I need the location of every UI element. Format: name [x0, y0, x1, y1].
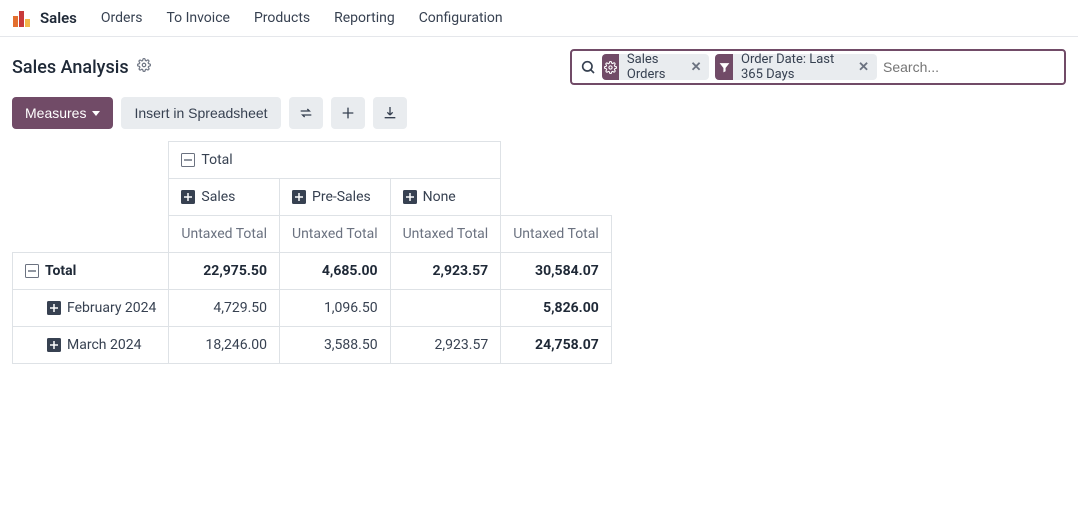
- app-brand[interactable]: Sales: [12, 8, 77, 28]
- facet-label: Sales Orders: [619, 52, 683, 82]
- row-header-feb[interactable]: February 2024: [13, 290, 169, 327]
- empty-cell: [13, 179, 169, 216]
- search-input[interactable]: [883, 51, 1064, 83]
- measure-header[interactable]: Untaxed Total: [390, 216, 501, 253]
- facet-order-date: Order Date: Last 365 Days ✕: [715, 54, 877, 80]
- cell-value: [390, 290, 501, 327]
- download-button[interactable]: [373, 97, 407, 129]
- cell-value: 2,923.57: [390, 327, 501, 364]
- plus-square-icon: [47, 338, 61, 352]
- nav-reporting[interactable]: Reporting: [334, 10, 395, 26]
- cell-value: 4,729.50: [169, 290, 280, 327]
- chevron-down-icon: [92, 111, 100, 116]
- expand-icon: [340, 105, 356, 121]
- cell-value: 3,588.50: [280, 327, 391, 364]
- gear-icon: [602, 54, 619, 80]
- cell-value: 1,096.50: [280, 290, 391, 327]
- control-panel: Measures Insert in Spreadsheet: [0, 97, 1078, 141]
- close-icon[interactable]: ✕: [850, 60, 877, 75]
- facet-label: Order Date: Last 365 Days: [733, 52, 850, 82]
- measure-header[interactable]: Untaxed Total: [280, 216, 391, 253]
- row-header-mar[interactable]: March 2024: [13, 327, 169, 364]
- col-group-label: None: [423, 189, 456, 205]
- col-group-label: Pre-Sales: [312, 189, 371, 205]
- search-icon: [580, 59, 596, 75]
- filter-icon: [715, 54, 733, 80]
- plus-square-icon: [292, 190, 306, 204]
- top-nav: Sales Orders To Invoice Products Reporti…: [0, 0, 1078, 37]
- cell-value: 4,685.00: [280, 253, 391, 290]
- app-logo-icon: [12, 8, 32, 28]
- col-group-sales[interactable]: Sales: [169, 179, 280, 216]
- cell-row-total: 24,758.07: [501, 327, 612, 364]
- cell-value: 18,246.00: [169, 327, 280, 364]
- pivot-table-wrap: Total Sales Pre-Sales: [0, 141, 1078, 364]
- measure-header[interactable]: Untaxed Total: [501, 216, 612, 253]
- col-total-label: Total: [201, 152, 232, 168]
- search-bar[interactable]: Sales Orders ✕ Order Date: Last 365 Days…: [570, 49, 1066, 85]
- minus-square-icon: [181, 153, 195, 167]
- table-row: March 2024 18,246.00 3,588.50 2,923.57 2…: [13, 327, 612, 364]
- measures-button[interactable]: Measures: [12, 97, 113, 129]
- row-total-header[interactable]: Total: [13, 253, 169, 290]
- minus-square-icon: [25, 264, 39, 278]
- expand-all-button[interactable]: [331, 97, 365, 129]
- insert-spreadsheet-button[interactable]: Insert in Spreadsheet: [121, 97, 280, 129]
- col-total-header[interactable]: Total: [169, 142, 501, 179]
- col-group-label: Sales: [201, 189, 235, 205]
- measures-label: Measures: [25, 105, 86, 121]
- download-icon: [382, 105, 398, 121]
- page-title: Sales Analysis: [12, 57, 129, 78]
- close-icon[interactable]: ✕: [683, 60, 710, 75]
- nav-orders[interactable]: Orders: [101, 10, 143, 26]
- empty-corner: [13, 142, 169, 179]
- plus-square-icon: [181, 190, 195, 204]
- row-label: February 2024: [67, 300, 156, 316]
- empty-cell: [501, 179, 612, 216]
- cell-value: 22,975.50: [169, 253, 280, 290]
- empty-cell: [13, 216, 169, 253]
- page-title-wrap: Sales Analysis: [12, 57, 151, 78]
- table-row: February 2024 4,729.50 1,096.50 5,826.00: [13, 290, 612, 327]
- nav-products[interactable]: Products: [254, 10, 310, 26]
- app-name: Sales: [40, 9, 77, 27]
- flip-axis-button[interactable]: [289, 97, 323, 129]
- pivot-table: Total Sales Pre-Sales: [12, 141, 612, 364]
- col-group-none[interactable]: None: [390, 179, 501, 216]
- nav-to-invoice[interactable]: To Invoice: [166, 10, 230, 26]
- swap-icon: [298, 105, 314, 121]
- nav-configuration[interactable]: Configuration: [419, 10, 503, 26]
- row-label: March 2024: [67, 337, 141, 353]
- measure-header[interactable]: Untaxed Total: [169, 216, 280, 253]
- plus-square-icon: [47, 301, 61, 315]
- row-total-label: Total: [45, 263, 76, 279]
- facet-sales-orders: Sales Orders ✕: [602, 54, 709, 80]
- header-row: Sales Analysis Sales Orders ✕: [0, 37, 1078, 97]
- col-group-presales[interactable]: Pre-Sales: [280, 179, 391, 216]
- gear-icon[interactable]: [137, 58, 151, 76]
- row-total: Total 22,975.50 4,685.00 2,923.57 30,584…: [13, 253, 612, 290]
- plus-square-icon: [403, 190, 417, 204]
- empty-cell: [501, 142, 612, 179]
- cell-value: 2,923.57: [390, 253, 501, 290]
- cell-grand-total: 30,584.07: [501, 253, 612, 290]
- cell-row-total: 5,826.00: [501, 290, 612, 327]
